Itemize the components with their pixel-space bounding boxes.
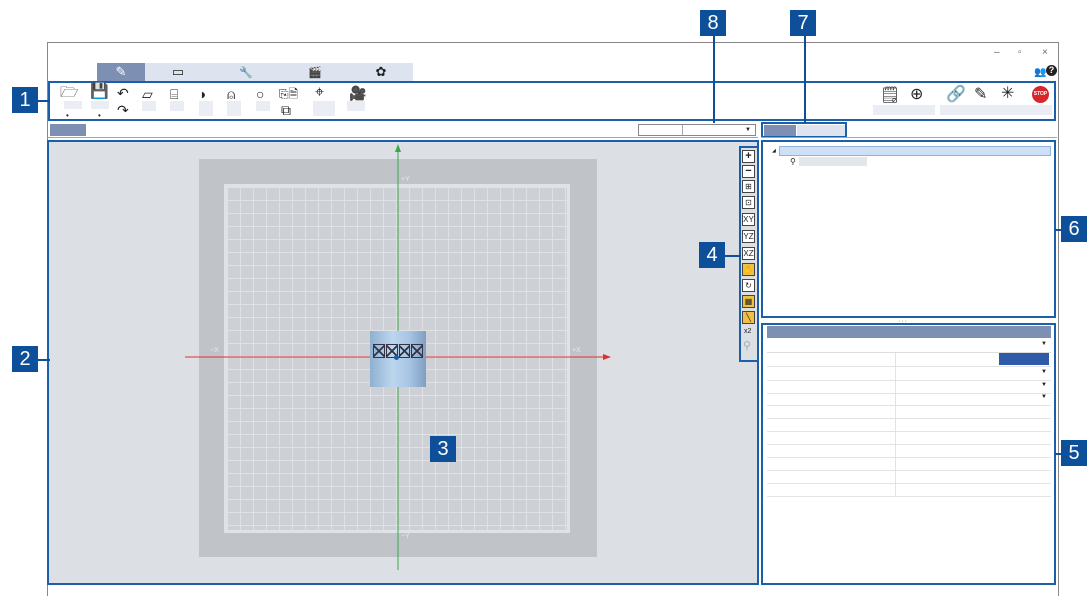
chevron-down-icon: ▼: [1041, 369, 1047, 375]
callout-line-2: [38, 359, 50, 361]
property-row[interactable]: ▼: [767, 339, 1051, 353]
view-xy-button[interactable]: XY: [742, 213, 755, 226]
callout-5: 5: [1061, 440, 1087, 466]
property-row[interactable]: ▼: [767, 367, 1051, 381]
property-divider: [895, 444, 896, 457]
property-row[interactable]: [767, 444, 1051, 458]
view-xz-button[interactable]: XZ: [742, 247, 755, 260]
callout-4: 4: [699, 242, 725, 268]
tree-root-node[interactable]: [779, 146, 1051, 156]
cylinder-object[interactable]: [370, 331, 426, 387]
property-row[interactable]: [767, 431, 1051, 445]
axis-label-ny: −Y: [401, 533, 410, 540]
fit-selection-button[interactable]: ⊡: [742, 196, 755, 209]
marker-box: [398, 344, 411, 358]
property-row[interactable]: ▼: [767, 392, 1051, 406]
speed-x2-label[interactable]: x2: [744, 328, 751, 335]
property-divider: [895, 405, 896, 418]
object-pivot: [394, 355, 399, 360]
callout-line-1: [38, 100, 50, 102]
callout-7: 7: [790, 10, 816, 36]
view-yz-button[interactable]: YZ: [742, 230, 755, 243]
callout-3: 3: [430, 436, 456, 462]
y-axis-arrow: [395, 144, 401, 152]
property-divider: [895, 367, 896, 380]
marker-box: [373, 344, 385, 358]
callout-6: 6: [1061, 216, 1087, 242]
measure-button[interactable]: ╲: [742, 311, 755, 324]
chevron-down-icon: ▼: [1041, 382, 1047, 388]
property-row[interactable]: [767, 457, 1051, 471]
property-divider: [895, 457, 896, 470]
axis-label-py: +Y: [401, 176, 410, 183]
x-axis-arrow: [603, 354, 611, 360]
callout-line-8: [713, 33, 715, 123]
chevron-down-icon: ▼: [1041, 341, 1047, 347]
callout-8: 8: [700, 10, 726, 36]
tree-node-icon: ⚲: [790, 157, 796, 166]
grid-toggle-button[interactable]: ▦: [742, 295, 755, 308]
pan-hand-button[interactable]: ✋: [742, 263, 755, 276]
zoom-out-button[interactable]: −: [742, 165, 755, 178]
zoom-in-button[interactable]: +: [742, 150, 755, 163]
axis-label-px: +X: [572, 347, 581, 354]
callout-line-4: [725, 255, 741, 257]
property-button[interactable]: [999, 353, 1049, 365]
rotate-button[interactable]: ↻: [742, 279, 755, 292]
light-icon[interactable]: ⚲: [743, 339, 751, 352]
property-row[interactable]: [767, 353, 1051, 367]
property-divider: [895, 470, 896, 483]
tree-expand-icon[interactable]: ◢: [772, 148, 776, 154]
chevron-down-icon: ▼: [1041, 394, 1047, 400]
scene-tree-region: [761, 140, 1056, 318]
property-row[interactable]: [767, 418, 1051, 432]
tree-child-node[interactable]: [799, 157, 867, 166]
property-divider: [895, 418, 896, 431]
axis-label-nx: −X: [210, 347, 219, 354]
properties-header: [767, 326, 1051, 338]
property-divider: [895, 431, 896, 444]
marker-box: [411, 344, 423, 358]
property-divider: [895, 483, 896, 496]
property-divider: [895, 392, 896, 405]
fit-all-button[interactable]: ⊞: [742, 180, 755, 193]
property-row[interactable]: [767, 405, 1051, 419]
property-row[interactable]: [767, 470, 1051, 484]
property-row[interactable]: [767, 483, 1051, 497]
callout-1: 1: [12, 87, 38, 113]
callout-line-7: [804, 33, 806, 123]
property-divider: [895, 353, 896, 366]
callout-2: 2: [12, 346, 38, 372]
